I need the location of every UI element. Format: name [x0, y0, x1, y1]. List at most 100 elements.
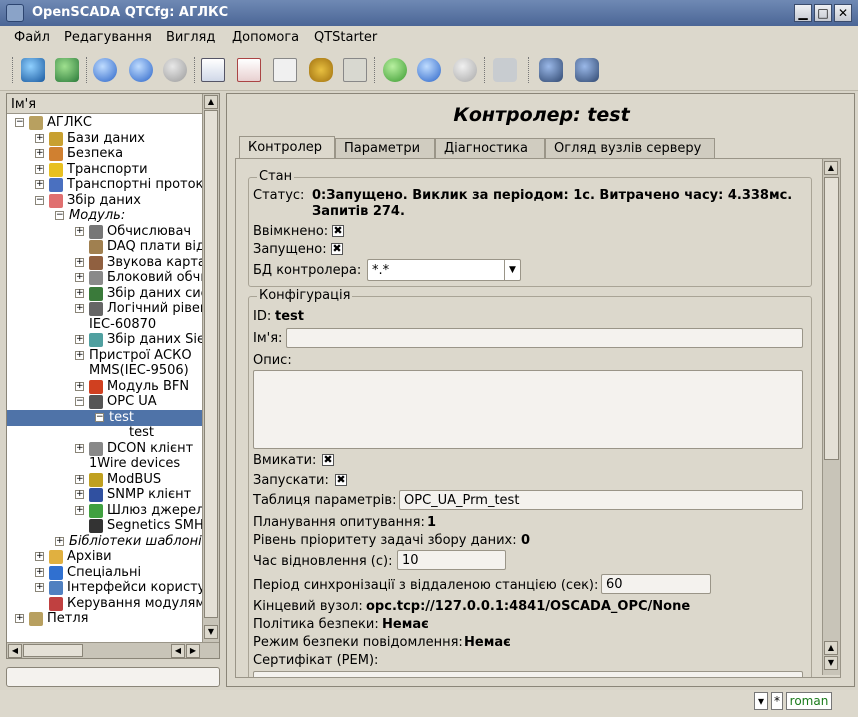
- refresh-icon[interactable]: [380, 55, 410, 85]
- expand-icon[interactable]: +: [35, 583, 44, 592]
- content-scroll-up2-icon[interactable]: ▲: [824, 641, 838, 655]
- tree-vertical-scrollbar[interactable]: ▲ ▼: [202, 94, 219, 642]
- tree-item[interactable]: + Бази даних: [7, 131, 202, 147]
- collapse-icon[interactable]: −: [35, 195, 44, 205]
- tree-item[interactable]: + Архіви: [7, 549, 202, 565]
- forward-icon[interactable]: [160, 55, 190, 85]
- collapse-icon[interactable]: −: [75, 397, 84, 406]
- expand-icon[interactable]: +: [35, 133, 44, 143]
- certificate-field[interactable]: [253, 671, 803, 677]
- collapse-icon[interactable]: −: [55, 211, 64, 220]
- db-load-icon[interactable]: [18, 55, 48, 85]
- menu-edit[interactable]: Редагування: [64, 30, 152, 45]
- expand-icon[interactable]: +: [55, 536, 64, 546]
- tree-item[interactable]: + Інтерфейси користувача: [7, 580, 202, 596]
- expand-icon[interactable]: +: [75, 474, 84, 484]
- close-button[interactable]: ✕: [834, 4, 852, 22]
- tree-item[interactable]: DAQ плати віддалені: [7, 239, 202, 255]
- scroll-down-icon[interactable]: ▼: [204, 625, 218, 639]
- menu-file[interactable]: Файл: [14, 30, 50, 45]
- expand-icon[interactable]: +: [75, 490, 84, 499]
- expand-icon[interactable]: +: [35, 567, 44, 577]
- cut-icon[interactable]: [306, 55, 336, 85]
- expand-icon[interactable]: +: [75, 505, 84, 515]
- expand-icon[interactable]: +: [35, 552, 44, 561]
- content-vertical-scrollbar[interactable]: ▲ ▲ ▼: [822, 159, 840, 675]
- expand-icon[interactable]: +: [15, 614, 24, 623]
- tree-item[interactable]: MMS(IEC-9506): [7, 363, 202, 379]
- tree-item[interactable]: + Транспортні протоколи: [7, 177, 202, 193]
- tree-item[interactable]: + Збір даних Siemens: [7, 332, 202, 348]
- scroll-right-icon[interactable]: ▶: [186, 644, 200, 658]
- expand-icon[interactable]: +: [35, 180, 44, 189]
- tree-item[interactable]: − Модуль:: [7, 208, 202, 224]
- tree-header[interactable]: Ім'я: [7, 94, 202, 114]
- tree-item[interactable]: − test: [7, 409, 202, 426]
- paste-icon[interactable]: [340, 55, 370, 85]
- up-icon[interactable]: [90, 55, 120, 85]
- menu-qtstarter[interactable]: QTStarter: [314, 30, 377, 45]
- tree-item[interactable]: + Шлюз джерел даних: [7, 503, 202, 519]
- tree-item[interactable]: + Спеціальні: [7, 565, 202, 581]
- tree-item[interactable]: test: [7, 425, 202, 441]
- scroll-left2-icon[interactable]: ◀: [171, 644, 185, 658]
- settings2-icon[interactable]: [572, 55, 602, 85]
- expand-icon[interactable]: +: [75, 304, 84, 313]
- param-table-field[interactable]: OPC_UA_Prm_test: [399, 490, 803, 510]
- tree-item[interactable]: IEC-60870: [7, 317, 202, 333]
- content-scroll-thumb[interactable]: [824, 177, 839, 460]
- tree-horizontal-scrollbar[interactable]: ◀ ◀ ▶: [7, 642, 219, 658]
- collapse-icon[interactable]: −: [95, 412, 104, 422]
- tree-item[interactable]: Segnetics SMH2Gi: [7, 518, 202, 534]
- tree-item[interactable]: − OPC UA: [7, 394, 202, 410]
- status-user[interactable]: roman: [786, 692, 832, 710]
- scroll-up-icon[interactable]: ▲: [204, 95, 218, 109]
- tree-item[interactable]: + Логічний рівень: [7, 301, 202, 317]
- add-item-icon[interactable]: [198, 55, 228, 85]
- tree-item[interactable]: − Збір даних: [7, 193, 202, 209]
- tree-item[interactable]: + Пристрої АСКО: [7, 348, 202, 364]
- expand-icon[interactable]: +: [35, 164, 44, 174]
- tree-item[interactable]: 1Wire devices: [7, 456, 202, 472]
- tree-item[interactable]: + Петля: [7, 611, 202, 627]
- settings-icon[interactable]: [536, 55, 566, 85]
- status-dropdown-icon[interactable]: ▾: [754, 692, 768, 710]
- db-save-icon[interactable]: [52, 55, 82, 85]
- running-checkbox[interactable]: ✖: [331, 243, 343, 255]
- tab-parameters[interactable]: Параметри: [335, 138, 435, 158]
- db-select[interactable]: *.* ▼: [367, 259, 521, 281]
- tab-server-nodes[interactable]: Огляд вузлів серверу: [545, 138, 715, 158]
- name-field[interactable]: [286, 328, 803, 348]
- tree-item[interactable]: + Звукова карта: [7, 255, 202, 271]
- description-field[interactable]: [253, 370, 803, 449]
- maximize-button[interactable]: □: [814, 4, 832, 22]
- tree-item[interactable]: + Модуль BFN: [7, 379, 202, 395]
- delete-item-icon[interactable]: [234, 55, 264, 85]
- tree-item[interactable]: + DCON клієнт: [7, 441, 202, 457]
- hscroll-thumb[interactable]: [23, 644, 83, 657]
- collapse-icon[interactable]: −: [15, 118, 24, 127]
- expand-icon[interactable]: +: [75, 350, 84, 360]
- expand-icon[interactable]: +: [75, 335, 84, 344]
- info-icon[interactable]: [490, 55, 520, 85]
- copy-icon[interactable]: [270, 55, 300, 85]
- sync-period-field[interactable]: 60: [601, 574, 711, 594]
- tree-item[interactable]: + Збір даних системи: [7, 286, 202, 302]
- tree-item[interactable]: + SNMP клієнт: [7, 487, 202, 503]
- tree-item[interactable]: + ModBUS: [7, 472, 202, 488]
- expand-icon[interactable]: +: [75, 381, 84, 391]
- expand-icon[interactable]: +: [75, 257, 84, 267]
- minimize-button[interactable]: ▁: [794, 4, 812, 22]
- scroll-left-icon[interactable]: ◀: [8, 644, 22, 658]
- tree-item[interactable]: Керування модулями: [7, 596, 202, 612]
- expand-icon[interactable]: +: [75, 288, 84, 298]
- tree-item[interactable]: + Бібліотеки шаблонів: [7, 534, 202, 550]
- content-scroll-up-icon[interactable]: ▲: [824, 161, 838, 175]
- tab-controller[interactable]: Контролер: [239, 136, 335, 158]
- restore-time-field[interactable]: 10: [397, 550, 506, 570]
- tree-item[interactable]: + Безпека: [7, 146, 202, 162]
- enabled-checkbox[interactable]: ✖: [332, 225, 344, 237]
- tab-diagnostics[interactable]: Діагностика: [435, 138, 545, 158]
- menu-help[interactable]: Допомога: [232, 30, 299, 45]
- expand-icon[interactable]: +: [75, 226, 84, 236]
